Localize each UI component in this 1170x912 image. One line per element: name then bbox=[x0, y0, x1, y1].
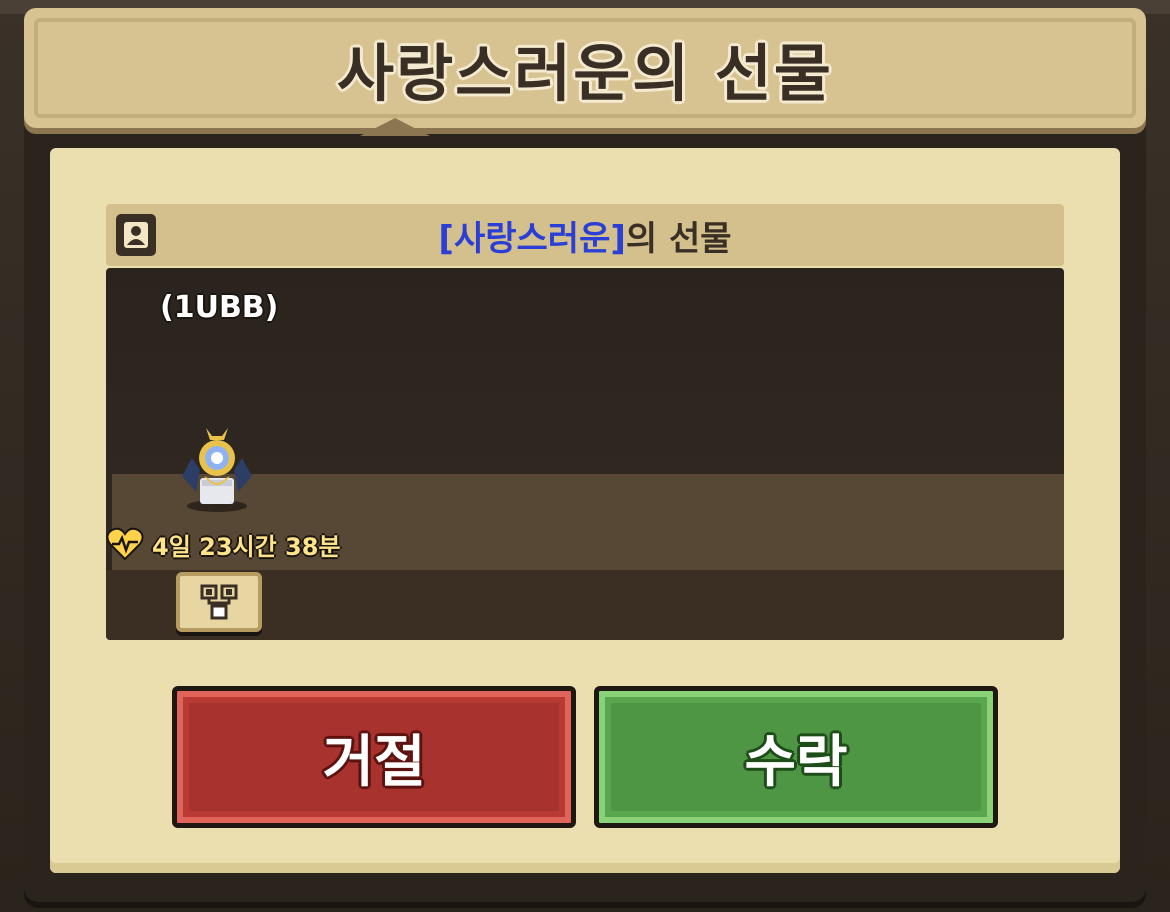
accept-button[interactable]: 수락 bbox=[594, 686, 998, 828]
sender-title-suffix: 의 선물 bbox=[625, 218, 732, 259]
title-banner: 사랑스러운의 선물 bbox=[24, 8, 1146, 128]
gift-item-slot[interactable] bbox=[176, 572, 262, 632]
pet-sprite bbox=[176, 422, 258, 514]
sender-name: [사랑스러운] bbox=[438, 218, 626, 259]
reject-button[interactable]: 거절 bbox=[172, 686, 576, 828]
sender-title: [사랑스러운] 의 선물 bbox=[106, 204, 1064, 266]
sender-header: [사랑스러운] 의 선물 bbox=[106, 204, 1064, 266]
gift-timer-text: 4일 23시간 38분 bbox=[152, 532, 341, 561]
gift-item-icon bbox=[200, 584, 238, 620]
heart-pulse-icon bbox=[106, 527, 144, 561]
dialog-title: 사랑스러운의 선물 bbox=[337, 37, 833, 110]
gift-timer: 4일 23시간 38분 bbox=[106, 526, 341, 562]
pet-name: (1UBB) bbox=[160, 290, 279, 325]
gift-dialog-screen: 사랑스러운의 선물 [사랑스러운] 의 선물 (1UBB) 4일 23시간 38… bbox=[0, 0, 1170, 912]
